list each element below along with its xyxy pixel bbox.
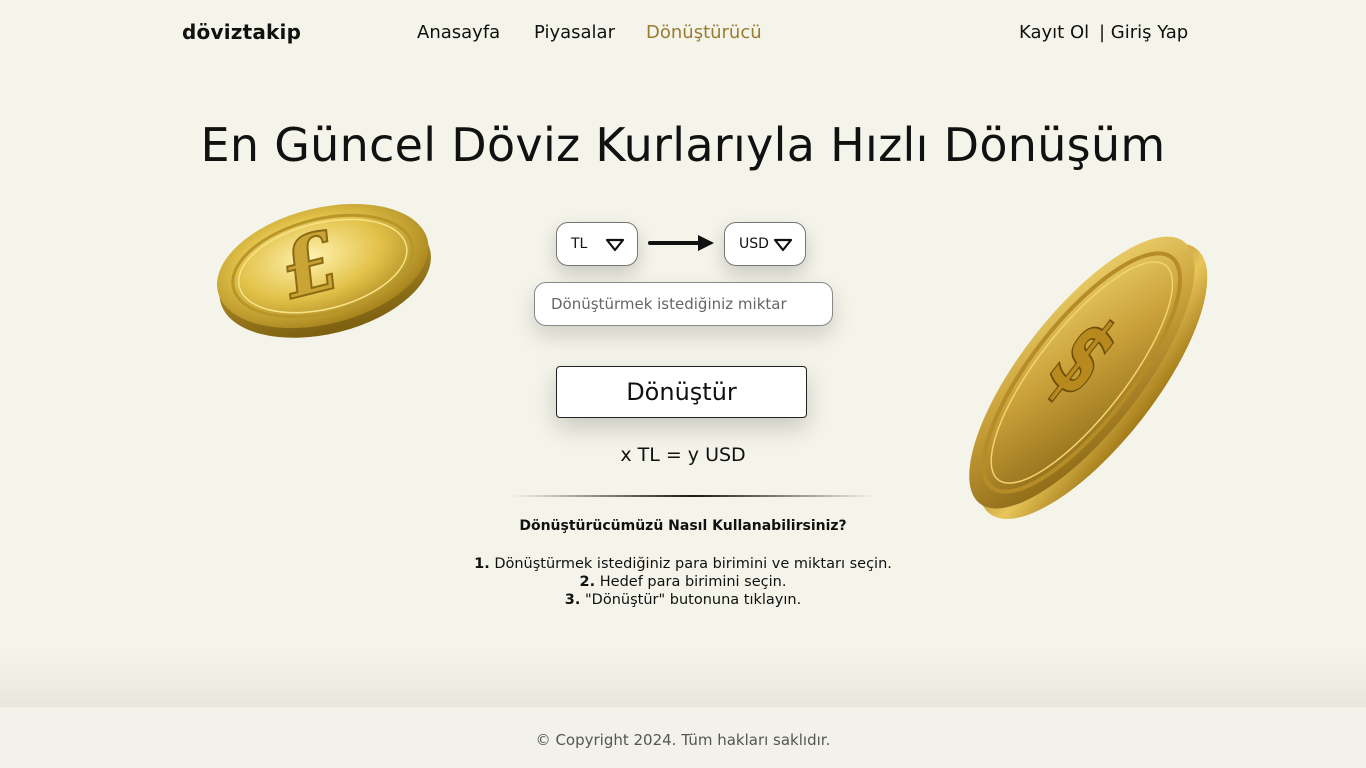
list-item: 3. "Dönüştür" butonuna tıklayın. bbox=[564, 592, 802, 608]
amount-input[interactable] bbox=[534, 282, 833, 326]
top-navbar: döviztakip Anasayfa Piyasalar Dönüştürüc… bbox=[0, 0, 1366, 66]
nav-link-anasayfa[interactable]: Anasayfa bbox=[417, 22, 500, 43]
pound-symbol: £ bbox=[277, 212, 341, 319]
chevron-down-icon bbox=[605, 238, 625, 252]
conversion-result: x TL = y USD bbox=[620, 444, 746, 466]
nav-link-donusturucu[interactable]: Dönüştürücü bbox=[646, 22, 762, 43]
copyright-text: © Copyright 2024. Tüm hakları saklıdır. bbox=[535, 731, 831, 749]
footer: © Copyright 2024. Tüm hakları saklıdır. bbox=[0, 706, 1366, 768]
signup-link[interactable]: Kayıt Ol bbox=[1019, 22, 1089, 43]
nav-link-piyasalar[interactable]: Piyasalar bbox=[534, 22, 615, 43]
pound-coin-image: £ bbox=[217, 203, 431, 338]
footer-shadow bbox=[0, 650, 1366, 706]
divider bbox=[512, 495, 874, 497]
from-currency-select[interactable]: TL bbox=[556, 222, 638, 266]
chevron-down-icon bbox=[773, 238, 793, 252]
list-item: 1. Dönüştürmek istediğiniz para birimini… bbox=[474, 556, 892, 572]
howto-steps-list: 1. Dönüştürmek istediğiniz para birimini… bbox=[0, 555, 1366, 609]
to-currency-select[interactable]: USD bbox=[724, 222, 806, 266]
to-currency-value: USD bbox=[739, 236, 769, 252]
dollar-coin-image: $ bbox=[969, 236, 1208, 519]
convert-button[interactable]: Dönüştür bbox=[556, 366, 807, 418]
page-title: En Güncel Döviz Kurlarıyla Hızlı Dönüşüm bbox=[200, 118, 1166, 172]
list-item: 2. Hedef para birimini seçin. bbox=[579, 574, 787, 590]
login-link[interactable]: | Giriş Yap bbox=[1099, 22, 1188, 43]
from-currency-value: TL bbox=[571, 236, 588, 252]
arrow-right-icon bbox=[648, 235, 714, 251]
logo[interactable]: döviztakip bbox=[182, 20, 301, 44]
howto-title: Dönüştürücümüzü Nasıl Kullanabilirsiniz? bbox=[519, 518, 847, 534]
